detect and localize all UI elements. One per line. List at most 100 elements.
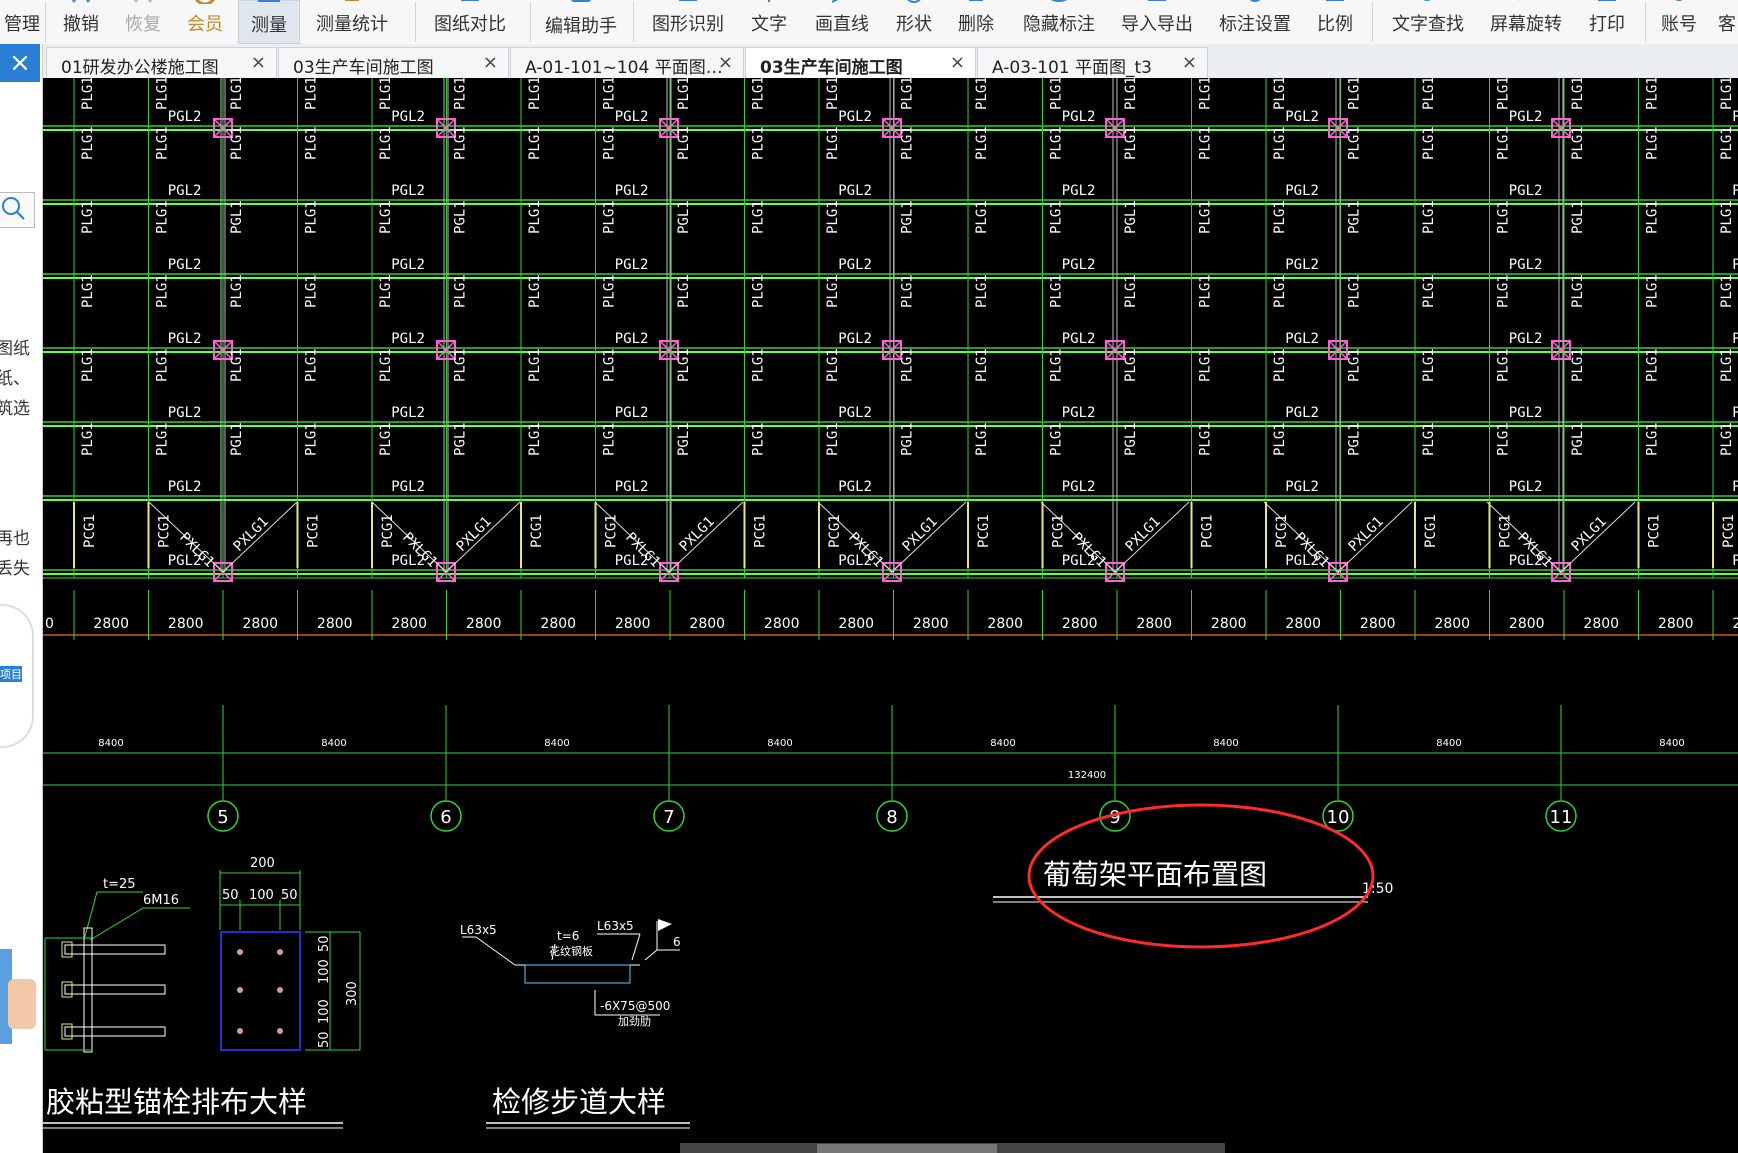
redo-button[interactable]: 恢复 [112,0,174,44]
member-label: PLG1 [527,200,543,234]
member-label: PLG1 [676,274,692,308]
member-label: PLG1 [974,274,990,308]
member-label: PLG1 [1719,126,1735,160]
column-marker [1551,340,1571,360]
print-button[interactable]: 打印 [1578,0,1636,44]
shape-icon [907,0,921,3]
draw-line-button[interactable]: 画直线 [806,0,878,44]
delete-button[interactable]: 删除 [947,0,1005,44]
member-label: PCG1 [827,514,843,548]
member-button[interactable]: 会员 [174,0,236,44]
tab-doc-2[interactable]: 03生产车间施工图 × [278,47,509,78]
member-label: PLG1 [974,422,990,456]
printer-icon [1598,0,1616,1]
tab-doc-3[interactable]: A-01-101~104 平面图… × [510,47,744,78]
scrollbar-thumb[interactable] [817,1144,997,1153]
bay-dimension: 2800 [1658,616,1694,632]
member-label: PGL1 [1347,422,1363,456]
member-label: PLG1 [1570,274,1586,308]
panel-close-button[interactable]: × [0,44,40,82]
customer-service-button[interactable]: 客 [1712,0,1738,44]
close-icon[interactable]: × [1182,52,1197,73]
member-label: PGL2 [1285,405,1319,421]
annotation-settings-button[interactable]: 标注设置 [1210,0,1300,44]
member-label: PLG1 [1719,348,1735,382]
member-label: PLG1 [1272,126,1288,160]
member-label: PLG1 [1421,78,1437,110]
member-label: PLG1 [80,422,96,456]
member-label: PLG1 [1570,348,1586,382]
member-label: PLG1 [1496,126,1512,160]
tab-doc-1[interactable]: 01研发办公楼施工图 × [46,47,277,78]
tab-doc-4-active[interactable]: 03生产车间施工图 × [745,47,976,78]
member-label: PLG1 [527,78,543,110]
member-label: PLG1 [1198,126,1214,160]
hide-annotation-button[interactable]: 隐藏标注 [1014,0,1104,44]
bay-dimension: 2800 [838,616,874,632]
document-tabs: 01研发办公楼施工图 × 03生产车间施工图 × A-01-101~104 平面图…… [0,44,1738,79]
anchor-width-part: 50 [222,888,239,903]
import-export-icon [1148,0,1166,1]
member-label: PLG1 [676,78,692,110]
walkway-stiffener-label: 加劲肋 [618,1014,651,1028]
text-button[interactable]: 文字 [740,0,798,44]
close-icon[interactable]: × [718,52,733,73]
bay-dimension: 2800 [913,616,949,632]
anchor-width-part: 100 [249,888,274,903]
column-marker [1328,118,1348,138]
member-label: PGL2 [1509,183,1543,199]
member-label: PGL2 [615,257,649,273]
anchor-height-part: 50 [317,935,332,952]
member-label: PLG1 [304,126,320,160]
member-label: PLG1 [1347,274,1363,308]
edit-assistant-button[interactable]: 编辑助手 [535,0,627,44]
tab-doc-5[interactable]: A-03-101 平面图_t3 × [977,47,1208,78]
shape-button[interactable]: 形状 [885,0,943,44]
close-icon[interactable]: × [251,52,266,73]
bay-dimension: 2800 [1136,616,1172,632]
measure-stats-button[interactable]: 测量统计 [302,0,402,44]
total-dimension: 132400 [1068,770,1106,781]
bay-dimension: 2800 [317,616,353,632]
text-search-button[interactable]: 文字查找 [1380,0,1476,44]
member-label: PLG1 [527,348,543,382]
account-button[interactable]: 账号 [1650,0,1708,44]
member-label: PLG1 [229,78,245,110]
cad-drawing-canvas[interactable]: PLG1 PGL2 PLG1 PLG1 PLG1 PGL2 PLG1 PLG1 PLG1 PGL2… [43,78,1738,1153]
member-label: PLG1 [80,348,96,382]
member-label: PLG1 [155,422,171,456]
member-label: PCG1 [1423,514,1439,548]
compare-button[interactable]: 图纸对比 [420,0,520,44]
import-export-button[interactable]: 导入导出 [1112,0,1202,44]
undo-button[interactable]: 撤销 [50,0,112,44]
member-label: PLG1 [602,274,618,308]
member-label: PLG1 [155,200,171,234]
panel-search-button[interactable] [0,192,35,228]
close-icon[interactable]: × [483,52,498,73]
screen-rotate-button[interactable]: 屏幕旋转 [1480,0,1572,44]
structural-grid [43,78,1738,582]
measure-button[interactable]: 测量 [238,0,300,44]
member-label: PLG1 [1198,200,1214,234]
shape-recognition-button[interactable]: 图形识别 [640,0,736,44]
scale-button[interactable]: 比例 [1306,0,1364,44]
anchor-height-part: 50 [317,1031,332,1048]
bay-dimension: 2800 [764,616,800,632]
member-label: PLG1 [676,348,692,382]
member-label: PLG1 [1049,274,1065,308]
bay-dimension: 2800 [391,616,427,632]
member-label: PLG1 [751,78,767,110]
member-label: PGL2 [1062,479,1096,495]
member-label: PGL2 [615,109,649,125]
toolbar-manage[interactable]: 管理 [0,0,44,44]
member-label: PGL2 [391,257,425,273]
close-icon[interactable]: × [950,52,965,73]
member-label: PLG1 [1719,78,1735,110]
member-label: PLG1 [1049,348,1065,382]
compare-icon [461,0,479,1]
member-label: PLG1 [527,422,543,456]
diagonal-brace [891,501,967,573]
promo-card[interactable]: 项目 [0,604,34,748]
walkway-angle-left: L63x5 [460,923,497,937]
member-label: PLG1 [1198,348,1214,382]
